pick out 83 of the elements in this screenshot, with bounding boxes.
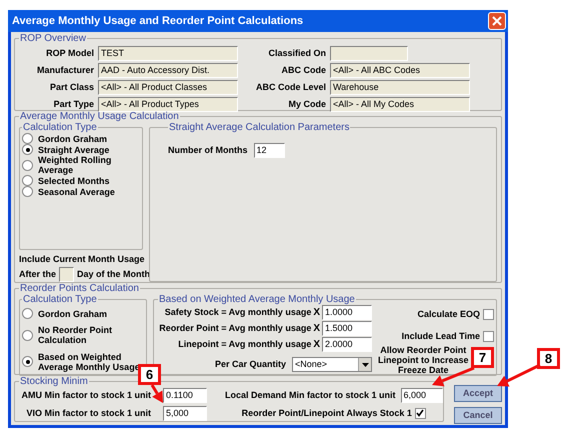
radio-button[interactable] (22, 308, 33, 320)
radio-button[interactable] (22, 144, 33, 155)
option-label: Linepoint to Increase (378, 355, 469, 365)
radio-button[interactable] (22, 356, 33, 368)
arrow (497, 364, 541, 387)
window-title: Average Monthly Usage and Reorder Point Calculations (12, 14, 304, 28)
field-label: Part Type (52, 98, 94, 110)
input-field[interactable]: 1.5000 (322, 321, 372, 336)
arrow (150, 384, 163, 403)
checkbox[interactable] (414, 408, 426, 418)
field-label: ABC Code Level (254, 82, 326, 92)
checkbox-label: Include Lead Time (402, 331, 480, 342)
input-field[interactable]: <All> - All My Codes (330, 96, 470, 112)
callout-badge: 6 (138, 364, 161, 385)
field-label: Per Car Quantity (214, 359, 286, 370)
radio-label: Gordon Graham (38, 134, 108, 144)
group-title: Calculation Type (22, 122, 98, 133)
dropdown-value: <None> (295, 359, 328, 370)
field-label: ROP Model (45, 48, 94, 58)
field-label: My Code (287, 98, 326, 110)
close-button[interactable] (488, 12, 506, 30)
option-label: Allow Reorder Point (380, 345, 466, 355)
radio-button[interactable] (22, 133, 33, 144)
field-label: Manufacturer (36, 64, 94, 76)
input-field[interactable] (330, 46, 408, 60)
group-title: Stocking Minim (19, 376, 89, 387)
input-field[interactable]: AAD - Auto Accessory Dist. (98, 62, 238, 78)
field-label: AMU Min factor to stock 1 unit (20, 390, 151, 400)
factor-label: Linepoint = Avg monthly usage (178, 339, 312, 350)
checkbox-label: Calculate EOQ (417, 309, 480, 320)
radio-label: Seasonal Average (38, 186, 116, 196)
group-title: ROP Overview (19, 33, 87, 44)
input-field[interactable]: <All> - All ABC Codes (330, 62, 470, 78)
group-title: Reorder Points Calculation (19, 283, 140, 294)
multiply-sign: X (313, 307, 320, 318)
field-label: ABC Code (280, 64, 326, 76)
option-label: Freeze Date (398, 365, 449, 375)
input-field[interactable]: 12 (254, 143, 284, 158)
field-label: Local Demand Min factor to stock 1 unit (225, 390, 396, 400)
close-icon (492, 16, 502, 26)
radio-button[interactable] (22, 160, 33, 170)
factor-label: Safety Stock = Avg monthly usage (164, 307, 312, 318)
radio-button[interactable] (22, 175, 33, 186)
group-title: Straight Average Calculation Parameters (168, 122, 350, 133)
field-label: Part Class (48, 82, 94, 92)
callout-badge: 7 (471, 347, 494, 368)
checkbox[interactable] (483, 331, 494, 342)
input-field[interactable]: 0.1100 (163, 388, 207, 402)
input-field[interactable]: <All> - All Product Types (98, 96, 238, 112)
input-field[interactable] (59, 267, 74, 282)
input-field[interactable]: <All> - All Product Classes (98, 80, 238, 94)
radio-button[interactable] (22, 330, 33, 341)
group-title: Average Monthly Usage Calculation (19, 111, 180, 122)
dialog-button[interactable]: Cancel (454, 407, 502, 424)
radio-label: Selected Months (38, 176, 111, 186)
factor-label: Reorder Point = Avg monthly usage (159, 323, 312, 334)
field-label: Reorder Point/Linepoint Always Stock 1 (242, 408, 412, 418)
field-label: VIO Min factor to stock 1 unit (25, 408, 151, 418)
field-label: Classified On (267, 48, 326, 58)
input-field[interactable]: 5,000 (163, 406, 207, 420)
radio-label: Straight Average (38, 144, 110, 154)
input-field[interactable]: TEST (98, 46, 238, 60)
radio-label: No Reorder Point Calculation (38, 325, 114, 346)
input-field[interactable]: 2.0000 (322, 337, 372, 352)
radio-label: Gordon Graham (38, 308, 108, 319)
field-label: Day of the Month (77, 269, 150, 280)
group-title: Based on Weighted Average Monthly Usage (158, 294, 356, 305)
dialog-button[interactable]: Accept (454, 385, 502, 402)
multiply-sign: X (313, 323, 320, 334)
caret-icon (362, 362, 368, 366)
input-field[interactable]: Warehouse (330, 80, 470, 94)
multiply-sign: X (313, 339, 320, 350)
input-field[interactable]: 6,000 (400, 388, 443, 402)
field-label: Number of Months (168, 145, 248, 156)
dropdown[interactable]: <None> (292, 357, 372, 372)
callout-badge: 8 (537, 348, 560, 369)
checkbox[interactable] (483, 309, 494, 320)
group-title: Calculation Type (22, 294, 98, 305)
radio-button[interactable] (22, 186, 33, 197)
field-label: After the (19, 269, 56, 280)
include-month-label: Include Current Month Usage (19, 254, 145, 265)
input-field[interactable]: 1.0000 (322, 305, 372, 320)
radio-label: Weighted Rolling Average (38, 155, 112, 175)
